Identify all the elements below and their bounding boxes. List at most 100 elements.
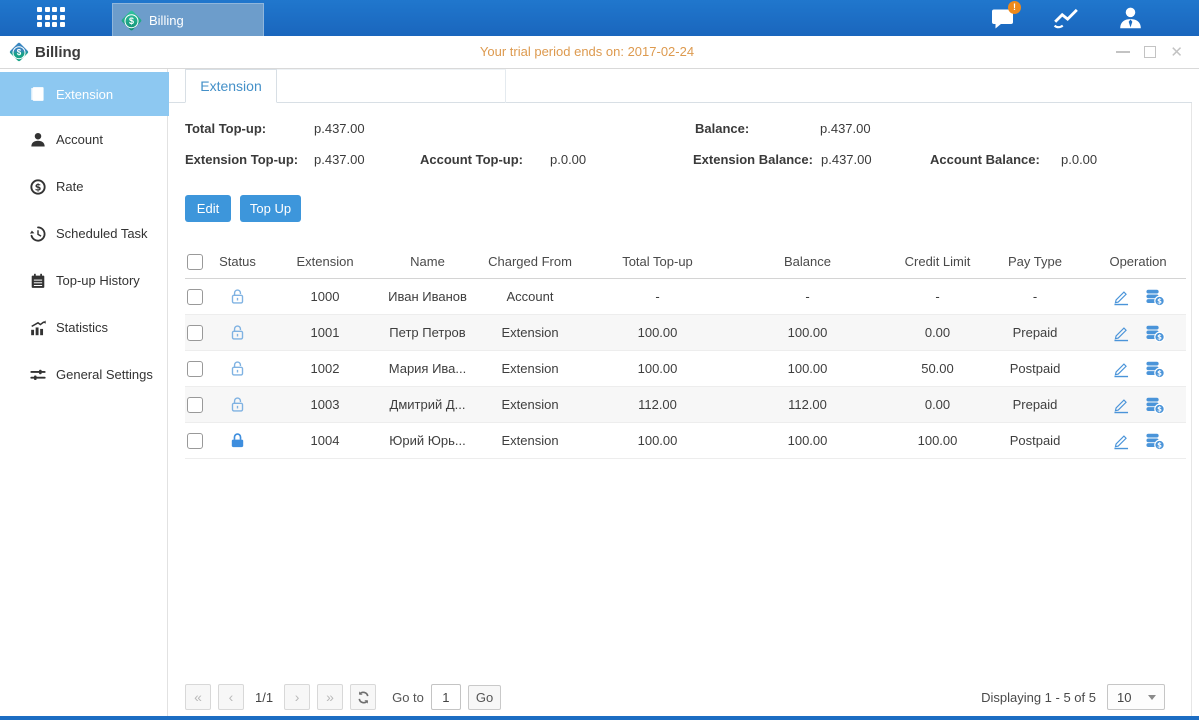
cell-extension: 1002 <box>260 361 390 376</box>
svg-text:$: $ <box>1157 405 1162 413</box>
edit-icon[interactable] <box>1111 395 1131 415</box>
close-button[interactable]: ✕ <box>1170 44 1183 60</box>
status-cell <box>215 287 260 306</box>
row-checkbox-cell <box>185 289 215 305</box>
content-right-border <box>1191 103 1192 716</box>
edit-icon[interactable] <box>1111 287 1131 307</box>
column-header: Operation <box>1090 254 1186 269</box>
sidebar-item-top-up-history[interactable]: Top-up History <box>0 257 167 304</box>
sidebar-item-extension[interactable]: Extension <box>0 72 169 116</box>
cell-pay_type: Postpaid <box>980 361 1090 376</box>
sidebar-item-label: Scheduled Task <box>56 226 148 241</box>
app-launcher-icon[interactable] <box>37 7 65 28</box>
sidebar-item-general-settings[interactable]: General Settings <box>0 351 167 398</box>
goto-page-input[interactable] <box>431 684 461 710</box>
table-row: 1001Петр ПетровExtension100.00100.000.00… <box>185 315 1186 351</box>
notification-badge: ! <box>1008 1 1021 14</box>
minimize-button[interactable] <box>1116 44 1130 60</box>
status-cell <box>215 395 260 414</box>
cell-credit_limit: - <box>895 289 980 304</box>
row-checkbox[interactable] <box>187 433 203 449</box>
topup-icon[interactable]: $ <box>1145 359 1165 379</box>
column-header: Extension <box>260 254 390 269</box>
edit-icon[interactable] <box>1111 431 1131 451</box>
cell-credit_limit: 100.00 <box>895 433 980 448</box>
sidebar-item-label: Rate <box>56 179 83 194</box>
account-icon <box>29 131 47 149</box>
cell-total_top_up: 100.00 <box>595 433 720 448</box>
cell-credit_limit: 0.00 <box>895 325 980 340</box>
general-settings-icon <box>29 366 47 384</box>
cell-name: Иван Иванов <box>390 289 465 304</box>
page-size-select[interactable]: 10 <box>1107 684 1165 710</box>
line-chart-icon <box>1050 5 1082 31</box>
row-checkbox-cell <box>185 433 215 449</box>
operation-cell: $ <box>1090 431 1186 451</box>
sidebar: Extension Account $ Rate Scheduled Task Top-u… <box>0 69 168 716</box>
row-checkbox[interactable] <box>187 325 203 341</box>
account-balance-label: Account Balance: <box>930 152 1040 167</box>
cell-name: Дмитрий Д... <box>390 397 465 412</box>
status-cell <box>215 359 260 378</box>
column-header: Total Top-up <box>595 254 720 269</box>
topup-icon[interactable]: $ <box>1145 395 1165 415</box>
cell-pay_type: Prepaid <box>980 397 1090 412</box>
row-checkbox-cell <box>185 361 215 377</box>
table-row: 1002Мария Ива...Extension100.00100.0050.… <box>185 351 1186 387</box>
operation-cell: $ <box>1090 359 1186 379</box>
row-checkbox[interactable] <box>187 361 203 377</box>
sidebar-item-account[interactable]: Account <box>0 116 167 163</box>
taskbar-tab-billing[interactable]: $ Billing <box>112 3 264 36</box>
last-page-button[interactable]: » <box>317 684 343 710</box>
sidebar-item-scheduled-task[interactable]: Scheduled Task <box>0 210 167 257</box>
svg-text:$: $ <box>1157 369 1162 377</box>
cell-pay_type: Prepaid <box>980 325 1090 340</box>
cell-total_top_up: 100.00 <box>595 361 720 376</box>
sidebar-item-statistics[interactable]: Statistics <box>0 304 167 351</box>
go-button[interactable]: Go <box>468 685 501 710</box>
svg-text:$: $ <box>1157 441 1162 449</box>
sidebar-item-rate[interactable]: $ Rate <box>0 163 167 210</box>
row-checkbox[interactable] <box>187 289 203 305</box>
column-header: Pay Type <box>980 254 1090 269</box>
trial-notice: Your trial period ends on: 2017-02-24 <box>0 36 1174 68</box>
top-up-button[interactable]: Top Up <box>240 195 301 222</box>
edit-icon[interactable] <box>1111 323 1131 343</box>
next-page-button[interactable]: › <box>284 684 310 710</box>
cell-total_top_up: 100.00 <box>595 325 720 340</box>
edit-icon[interactable] <box>1111 359 1131 379</box>
prev-page-button[interactable]: ‹ <box>218 684 244 710</box>
reports-button[interactable] <box>1049 4 1083 32</box>
account-topup-label: Account Top-up: <box>420 152 523 167</box>
cell-balance: 100.00 <box>720 433 895 448</box>
topup-icon[interactable]: $ <box>1145 323 1165 343</box>
lock-closed-icon <box>228 431 247 450</box>
cell-credit_limit: 0.00 <box>895 397 980 412</box>
window-titlebar: Your trial period ends on: 2017-02-24 $ … <box>0 36 1199 69</box>
tab-extension[interactable]: Extension <box>185 69 277 103</box>
column-header: Name <box>390 254 465 269</box>
row-checkbox[interactable] <box>187 397 203 413</box>
table-header: StatusExtensionNameCharged FromTotal Top… <box>185 245 1186 279</box>
first-page-button[interactable]: « <box>185 684 211 710</box>
cell-name: Юрий Юрь... <box>390 433 465 448</box>
svg-text:$: $ <box>35 182 42 193</box>
balance-label: Balance: <box>695 121 749 136</box>
sidebar-item-label: Account <box>56 132 103 147</box>
topup-icon[interactable]: $ <box>1145 431 1165 451</box>
user-menu-button[interactable] <box>1113 4 1147 32</box>
operation-cell: $ <box>1090 323 1186 343</box>
select-all-checkbox[interactable] <box>187 254 203 270</box>
rate-icon: $ <box>29 178 47 196</box>
topup-icon[interactable]: $ <box>1145 287 1165 307</box>
refresh-button[interactable] <box>350 684 376 710</box>
extension-topup-label: Extension Top-up: <box>185 152 298 167</box>
messages-button[interactable]: ! <box>985 4 1019 32</box>
cell-charged_from: Extension <box>465 397 595 412</box>
lock-open-icon <box>228 395 247 414</box>
top-app-bar: $ Billing ! <box>0 0 1199 36</box>
edit-button[interactable]: Edit <box>185 195 231 222</box>
cell-balance: 100.00 <box>720 361 895 376</box>
maximize-button[interactable] <box>1144 44 1156 60</box>
tab-bar: Extension <box>169 69 1192 103</box>
